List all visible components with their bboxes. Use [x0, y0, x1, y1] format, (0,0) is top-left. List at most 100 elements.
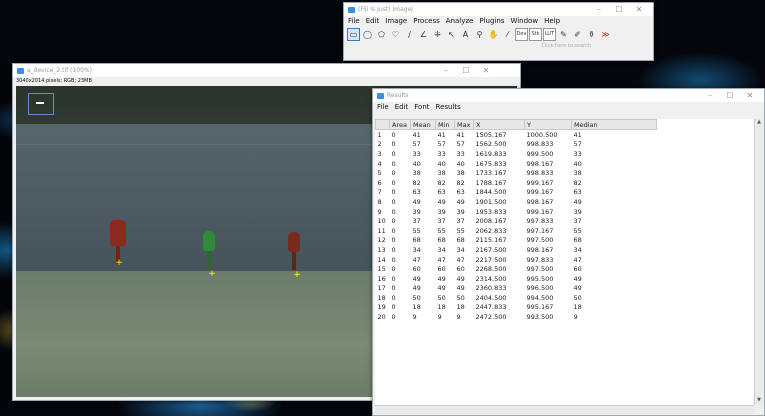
table-cell: 55 [412, 226, 421, 235]
table-cell: 60 [573, 265, 582, 274]
table-cell: 49 [412, 274, 421, 283]
results-titlebar[interactable]: Results – ☐ ✕ [373, 89, 764, 102]
more-tools-icon[interactable]: ≫ [599, 28, 612, 41]
table-row[interactable]: 19 0 18 18 18 2447.833 995.167 18 [376, 303, 657, 313]
table-cell: 82 [573, 178, 582, 187]
table-cell: 998.167 [526, 159, 554, 168]
stk-tool-icon[interactable]: Stk [529, 27, 542, 41]
angle-tool-icon[interactable]: ∠ [417, 28, 430, 41]
table-cell: 57 [437, 140, 446, 149]
point-tool-icon[interactable]: ⁜ [431, 28, 444, 41]
table-row[interactable]: 18 0 50 50 50 2404.500 994.500 50 [376, 293, 657, 303]
table-row[interactable]: 4 0 40 40 40 1675.833 998.167 40 [376, 159, 657, 169]
table-cell: 0 [391, 178, 396, 187]
rectangle-tool-icon[interactable]: ▭ [347, 27, 360, 41]
table-cell: 9 [573, 313, 578, 322]
maximize-icon[interactable]: ☐ [456, 66, 476, 75]
flood-fill-tool-icon[interactable]: ⚱ [585, 28, 598, 41]
brush-tool-icon[interactable]: ✎ [557, 28, 570, 41]
table-cell: 0 [391, 303, 396, 312]
dev-tool-icon[interactable]: Dev [515, 27, 528, 41]
column-header[interactable]: Y [524, 119, 572, 130]
column-header[interactable]: Mean [410, 119, 436, 130]
table-cell: 2268.500 [475, 265, 507, 274]
table-row[interactable]: 8 0 49 49 49 1901.500 998.167 49 [376, 197, 657, 207]
menu-image[interactable]: Image [385, 17, 407, 25]
table-row[interactable]: 13 0 34 34 34 2167.500 998.167 34 [376, 245, 657, 255]
table-cell: 0 [391, 274, 396, 283]
table-cell: 39 [437, 207, 446, 216]
freehand-tool-icon[interactable]: ♡ [389, 28, 402, 41]
table-cell: 0 [391, 149, 396, 158]
table-row[interactable]: 14 0 47 47 47 2217.500 997.833 47 [376, 255, 657, 265]
menu-file[interactable]: File [348, 17, 360, 25]
table-row[interactable]: 1 0 41 41 41 1505.167 1000.500 41 [376, 130, 657, 140]
polygon-tool-icon[interactable]: ⬠ [375, 28, 388, 41]
results-menu-font[interactable]: Font [414, 103, 429, 111]
table-cell: 997.500 [526, 265, 554, 274]
column-header[interactable]: Area [389, 119, 411, 130]
table-cell: 55 [437, 226, 446, 235]
table-row[interactable]: 17 0 49 49 49 2360.833 996.500 49 [376, 284, 657, 294]
column-header[interactable]: X [473, 119, 525, 130]
oval-tool-icon[interactable]: ◯ [361, 28, 374, 41]
table-cell: 0 [391, 207, 396, 216]
table-row[interactable]: 10 0 37 37 37 2008.167 997.833 37 [376, 216, 657, 226]
table-row[interactable]: 2 0 57 57 57 1562.500 998.833 57 [376, 140, 657, 150]
imagej-search-hint[interactable]: Click here to search [344, 43, 653, 49]
close-icon[interactable]: ✕ [476, 66, 496, 75]
table-cell: 57 [573, 140, 582, 149]
menu-edit[interactable]: Edit [366, 17, 380, 25]
table-cell: 0 [391, 188, 396, 197]
menu-window[interactable]: Window [510, 17, 538, 25]
table-row[interactable]: 5 0 38 38 38 1733.167 998.833 38 [376, 168, 657, 178]
image-titlebar[interactable]: a_device_2.tif (100%) – ☐ ✕ [13, 64, 520, 77]
table-row[interactable]: 7 0 63 63 63 1844.500 999.167 63 [376, 188, 657, 198]
table-row[interactable]: 11 0 55 55 55 2062.833 997.167 55 [376, 226, 657, 236]
menu-process[interactable]: Process [413, 17, 440, 25]
table-row[interactable]: 6 0 82 82 82 1788.167 999.167 82 [376, 178, 657, 188]
text-tool-icon[interactable]: A [459, 28, 472, 41]
pencil-tool-icon[interactable]: ✐ [571, 28, 584, 41]
line-tool-icon[interactable]: ∕ [403, 28, 416, 41]
minimize-icon[interactable]: – [700, 91, 720, 100]
magnifier-tool-icon[interactable]: ⚲ [473, 28, 486, 41]
table-cell: 39 [456, 207, 465, 216]
results-menu-file[interactable]: File [377, 103, 389, 111]
column-header[interactable] [375, 119, 390, 130]
table-row[interactable]: 16 0 49 49 49 2314.500 995.500 49 [376, 274, 657, 284]
dropper-tool-icon[interactable]: ⁄ [501, 28, 514, 41]
hand-tool-icon[interactable]: ✋ [487, 28, 500, 41]
menu-help[interactable]: Help [544, 17, 560, 25]
table-row[interactable]: 12 0 68 68 68 2115.167 997.500 68 [376, 236, 657, 246]
column-header[interactable]: Median [571, 119, 657, 130]
lut-tool-icon[interactable]: LUT [543, 27, 556, 41]
imagej-titlebar[interactable]: (Fiji Is Just) ImageJ – ☐ ✕ [344, 3, 653, 16]
wand-tool-icon[interactable]: ↖ [445, 28, 458, 41]
table-row[interactable]: 20 0 9 9 9 2472.500 993.500 9 [376, 312, 657, 322]
scroll-up-icon[interactable]: ▲ [755, 119, 763, 127]
roi-rectangle[interactable] [28, 93, 54, 115]
table-cell: 2447.833 [475, 303, 507, 312]
column-header[interactable]: Min [435, 119, 455, 130]
table-row[interactable]: 9 0 39 39 39 1953.833 999.167 39 [376, 207, 657, 217]
table-cell: 39 [573, 207, 582, 216]
close-icon[interactable]: ✕ [629, 5, 649, 14]
menu-analyze[interactable]: Analyze [446, 17, 474, 25]
table-row[interactable]: 15 0 60 60 60 2268.500 997.500 60 [376, 264, 657, 274]
minimize-icon[interactable]: – [589, 5, 609, 14]
maximize-icon[interactable]: ☐ [609, 5, 629, 14]
maximize-icon[interactable]: ☐ [720, 91, 740, 100]
close-icon[interactable]: ✕ [740, 91, 760, 100]
menu-plugins[interactable]: Plugins [479, 17, 504, 25]
column-header[interactable]: Max [454, 119, 474, 130]
table-cell: 82 [437, 178, 446, 187]
vertical-scrollbar[interactable]: ▲ ▼ [754, 119, 763, 405]
results-menu-results[interactable]: Results [436, 103, 461, 111]
horizontal-scrollbar[interactable] [375, 405, 754, 414]
scroll-down-icon[interactable]: ▼ [755, 397, 763, 405]
results-menu-edit[interactable]: Edit [395, 103, 409, 111]
table-row[interactable]: 3 0 33 33 33 1619.833 999.500 33 [376, 149, 657, 159]
minimize-icon[interactable]: – [436, 66, 456, 75]
table-cell: 12 [377, 236, 386, 245]
